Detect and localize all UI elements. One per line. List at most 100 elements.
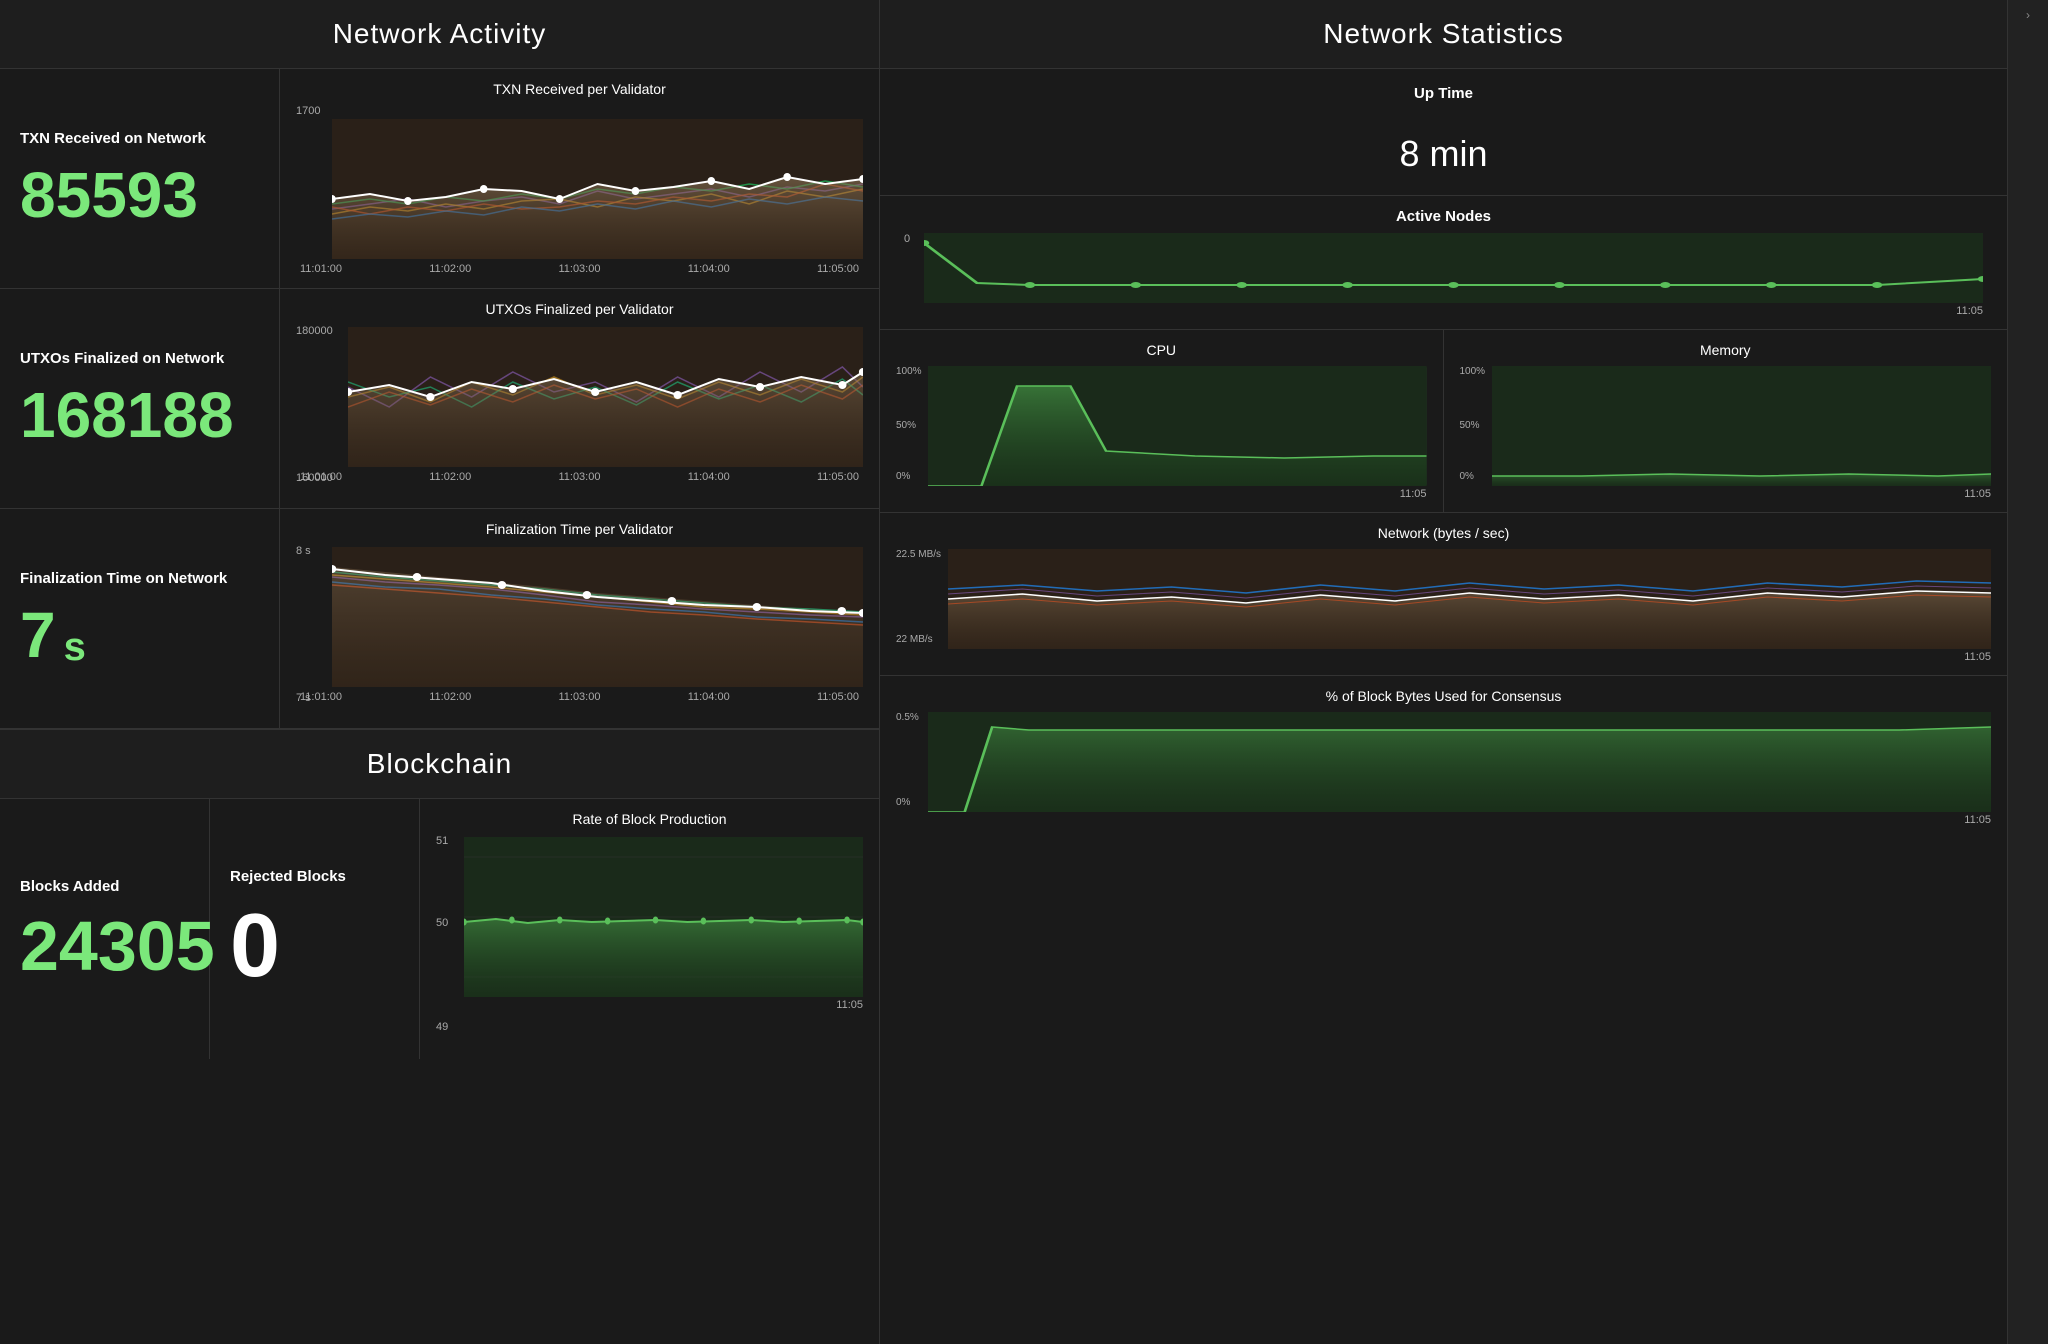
block-bytes-row: % of Block Bytes Used for Consensus 0.5%… — [880, 676, 2007, 838]
block-bytes-svg — [928, 712, 1991, 812]
network-bytes-time: 11:05 — [896, 651, 1991, 663]
network-bytes-svg — [948, 549, 1991, 649]
finalization-chart-svg — [332, 547, 863, 687]
finalization-y-bottom: 7 s — [296, 692, 311, 704]
activity-rows: TXN Received on Network 85593 TXN Receiv… — [0, 69, 879, 729]
memory-y-mid: 50% — [1460, 420, 1480, 431]
rate-y-bottom: 49 — [436, 1021, 448, 1033]
finalization-time-labels: 11:01:00 11:02:00 11:03:00 11:04:00 11:0… — [296, 691, 863, 703]
uptime-value: 8 min — [904, 114, 1983, 179]
rate-chart-svg — [464, 837, 863, 997]
cpu-y-bottom: 0% — [896, 471, 910, 482]
finalization-value-group: 7 s — [20, 603, 259, 667]
utxo-chart-title: UTXOs Finalized per Validator — [296, 301, 863, 317]
scrollbar-arrow[interactable]: › — [2026, 8, 2030, 22]
finalization-chart-title: Finalization Time per Validator — [296, 521, 863, 537]
network-activity-title: Network Activity — [0, 0, 879, 69]
utxo-stat-cell: UTXOs Finalized on Network 168188 — [0, 289, 280, 508]
txn-chart-wrapper: 1700 — [296, 105, 863, 280]
utxo-label: UTXOs Finalized on Network — [20, 350, 259, 367]
blocks-added-value: 24305 — [20, 911, 189, 981]
left-panel: Network Activity TXN Received on Network… — [0, 0, 880, 1344]
cpu-time: 11:05 — [896, 488, 1427, 500]
rejected-blocks-label: Rejected Blocks — [230, 868, 399, 885]
memory-cell: Memory 100% 50% 0% — [1444, 330, 2008, 512]
txn-row: TXN Received on Network 85593 TXN Receiv… — [0, 69, 879, 289]
txn-stat-cell: TXN Received on Network 85593 — [0, 69, 280, 288]
active-nodes-chart — [924, 233, 1983, 303]
blocks-added-label: Blocks Added — [20, 878, 189, 895]
active-nodes-time: 11:05 — [904, 305, 1983, 317]
rate-chart-wrapper: 51 50 49 — [436, 835, 863, 1051]
txn-label: TXN Received on Network — [20, 130, 259, 147]
utxo-chart-wrapper: 180000 160000 — [296, 325, 863, 500]
scrollbar: › — [2008, 0, 2048, 1344]
finalization-value: 7 — [20, 603, 56, 667]
finalization-row: Finalization Time on Network 7 s Finaliz… — [0, 509, 879, 729]
utxo-value: 168188 — [20, 383, 259, 447]
uptime-label: Up Time — [904, 85, 1983, 102]
finalization-chart-cell: Finalization Time per Validator 8 s 7 s — [280, 509, 879, 728]
blockchain-title: Blockchain — [0, 730, 879, 799]
network-y-top: 22.5 MB/s — [896, 549, 941, 560]
cpu-cell: CPU 100% 50% 0% — [880, 330, 1444, 512]
rate-chart — [464, 837, 863, 997]
finalization-chart — [332, 547, 863, 687]
memory-chart-svg — [1492, 366, 1992, 486]
cpu-y-mid: 50% — [896, 420, 916, 431]
txn-time-labels: 11:01:00 11:02:00 11:03:00 11:04:00 11:0… — [296, 263, 863, 275]
block-bytes-chart-wrapper: 0.5% 0% — [896, 712, 1991, 826]
finalization-y-top: 8 s — [296, 545, 311, 557]
cpu-chart-wrapper: 100% 50% 0% — [896, 366, 1427, 500]
active-nodes-row: Active Nodes 0 — [880, 196, 2007, 330]
rate-chart-title: Rate of Block Production — [436, 811, 863, 827]
finalization-unit: s — [64, 627, 86, 667]
utxo-time-labels: 11:01:00 11:02:00 11:03:00 11:04:00 11:0… — [296, 471, 863, 483]
active-nodes-svg — [924, 233, 1983, 303]
network-bytes-row: Network (bytes / sec) 22.5 MB/s 22 MB/s — [880, 513, 2007, 676]
cpu-memory-row: CPU 100% 50% 0% — [880, 330, 2007, 513]
finalization-chart-wrapper: 8 s 7 s — [296, 545, 863, 720]
txn-value: 85593 — [20, 163, 259, 227]
txn-chart — [332, 119, 863, 259]
utxo-y-bottom: 160000 — [296, 472, 333, 484]
network-activity-section: Network Activity TXN Received on Network… — [0, 0, 879, 729]
uptime-row: Up Time 8 min — [880, 69, 2007, 196]
finalization-label: Finalization Time on Network — [20, 570, 259, 587]
memory-chart-wrapper: 100% 50% 0% — [1460, 366, 1992, 500]
utxo-chart — [348, 327, 863, 467]
network-y-bottom: 22 MB/s — [896, 634, 933, 645]
rejected-blocks-cell: Rejected Blocks 0 — [210, 799, 420, 1059]
dashboard: Network Activity TXN Received on Network… — [0, 0, 2048, 1344]
network-stats-title: Network Statistics — [880, 0, 2007, 69]
block-bytes-chart — [928, 712, 1991, 812]
utxo-chart-cell: UTXOs Finalized per Validator 180000 160… — [280, 289, 879, 508]
rate-time: 11:05 — [436, 999, 863, 1011]
memory-y-top: 100% — [1460, 366, 1486, 377]
finalization-stat-cell: Finalization Time on Network 7 s — [0, 509, 280, 728]
cpu-chart-svg — [928, 366, 1427, 486]
rate-chart-cell: Rate of Block Production 51 50 49 — [420, 799, 879, 1059]
txn-chart-title: TXN Received per Validator — [296, 81, 863, 97]
active-nodes-label: Active Nodes — [904, 208, 1983, 225]
right-panel: Network Statistics Up Time 8 min Active … — [880, 0, 2008, 1344]
txn-chart-cell: TXN Received per Validator 1700 — [280, 69, 879, 288]
block-bytes-label: % of Block Bytes Used for Consensus — [896, 688, 1991, 704]
memory-chart — [1492, 366, 1992, 486]
memory-y-bottom: 0% — [1460, 471, 1474, 482]
txn-chart-svg — [332, 119, 863, 259]
block-bytes-time: 11:05 — [896, 814, 1991, 826]
memory-time: 11:05 — [1460, 488, 1992, 500]
block-bytes-y-top: 0.5% — [896, 712, 919, 723]
cpu-label: CPU — [896, 342, 1427, 358]
network-bytes-chart-wrapper: 22.5 MB/s 22 MB/s — [896, 549, 1991, 663]
active-nodes-chart-wrapper: 0 — [904, 233, 1983, 317]
rate-y-mid: 50 — [436, 917, 448, 929]
txn-y-top: 1700 — [296, 105, 320, 117]
blocks-added-cell: Blocks Added 24305 — [0, 799, 210, 1059]
rate-y-top: 51 — [436, 835, 448, 847]
utxo-chart-svg — [348, 327, 863, 467]
utxo-y-top: 180000 — [296, 325, 333, 337]
blockchain-row: Blocks Added 24305 Rejected Blocks 0 Rat… — [0, 799, 879, 1059]
network-bytes-chart — [948, 549, 1991, 649]
